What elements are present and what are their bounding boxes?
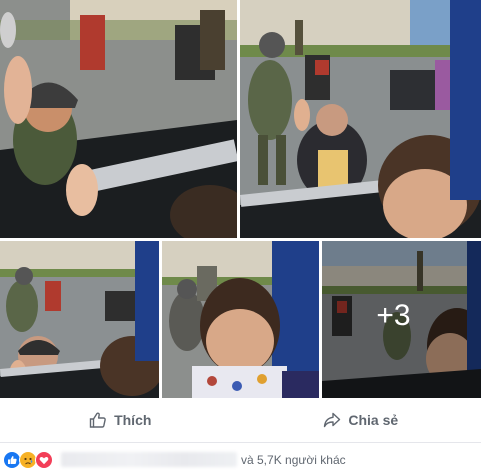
reactions-count-text[interactable]: và 5,7K người khác (241, 453, 346, 467)
reactions-summary[interactable]: và 5,7K người khác (0, 446, 481, 473)
post-photo-1[interactable] (0, 0, 237, 238)
thumbs-up-icon (89, 412, 106, 428)
post-photo-2[interactable] (240, 0, 481, 238)
post-photo-4[interactable] (162, 241, 319, 398)
share-button[interactable]: Chia sẻ (241, 398, 481, 442)
post-actions-bar: Thích Chia sẻ (0, 398, 481, 443)
post-photo-5-more[interactable]: +3 (322, 241, 481, 398)
post-photo-3[interactable] (0, 241, 159, 398)
share-label: Chia sẻ (348, 412, 399, 428)
more-photos-overlay[interactable]: +3 (322, 241, 481, 398)
more-photos-count: +3 (376, 298, 411, 332)
photo-3-image (0, 241, 159, 398)
photo-2-image (240, 0, 481, 238)
like-label: Thích (114, 412, 152, 428)
like-button[interactable]: Thích (0, 398, 241, 442)
blurred-reactor-names (61, 452, 237, 467)
photo-1-image (0, 0, 237, 238)
photo-4-image (162, 241, 319, 398)
share-arrow-icon (324, 412, 341, 428)
love-icon[interactable] (35, 450, 53, 469)
